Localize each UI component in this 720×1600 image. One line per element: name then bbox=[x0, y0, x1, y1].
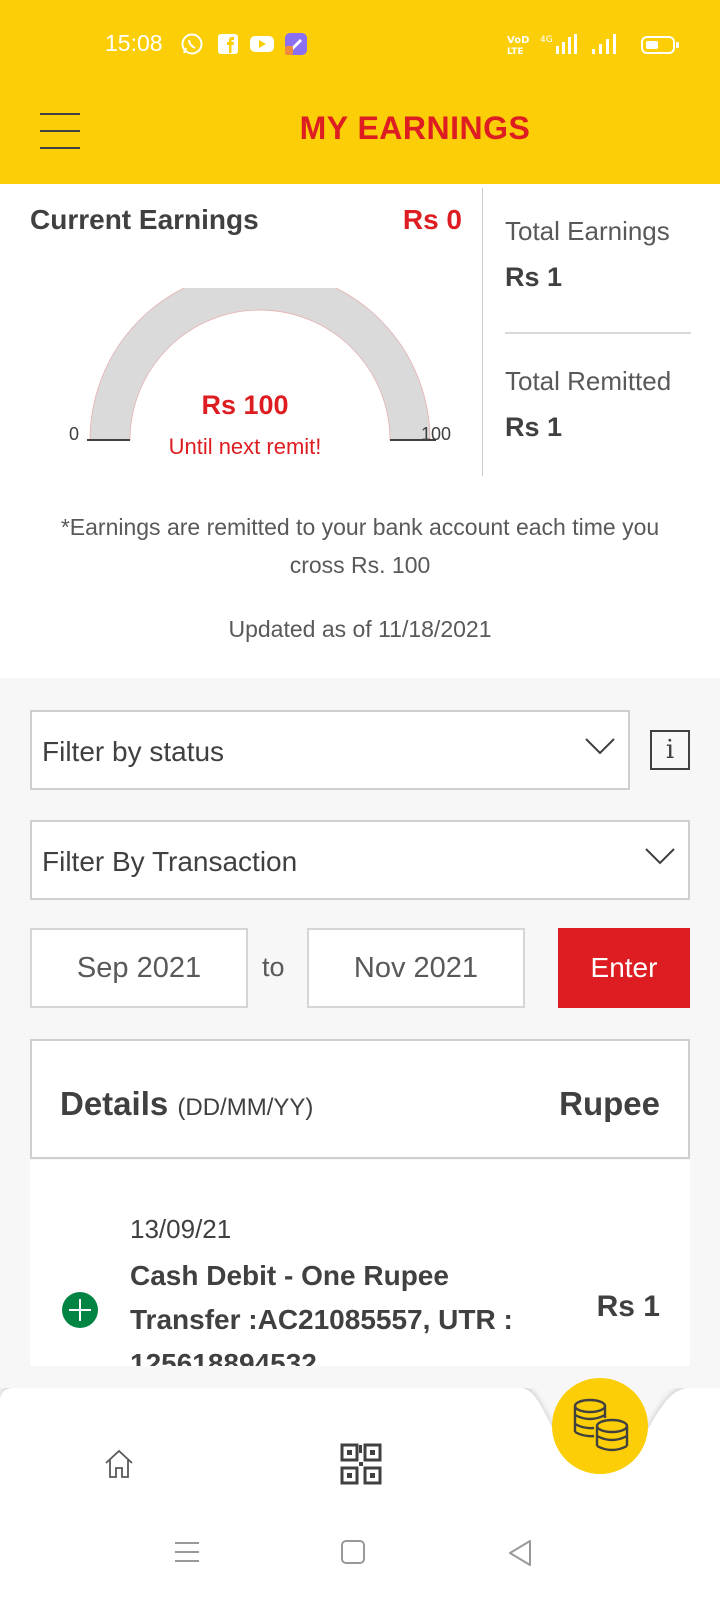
gauge-value: Rs 100 bbox=[201, 390, 289, 420]
chevron-down-icon bbox=[585, 738, 615, 755]
facebook-icon bbox=[218, 34, 238, 54]
whatsapp-icon bbox=[181, 33, 203, 55]
row-amount: Rs 1 bbox=[596, 1290, 660, 1323]
details-date-format: (DD/MM/YY) bbox=[177, 1094, 314, 1121]
home-icon[interactable] bbox=[103, 1448, 135, 1480]
status-bar: 15:08 VoD LTE 4G bbox=[0, 0, 720, 92]
svg-text:4G: 4G bbox=[540, 35, 553, 45]
gauge-max-label: 100 bbox=[421, 424, 452, 444]
details-title: Details bbox=[60, 1085, 169, 1122]
row-date: 13/09/21 bbox=[130, 1214, 232, 1244]
earnings-nav-button[interactable] bbox=[552, 1378, 648, 1474]
status-filter-label: Filter by status bbox=[42, 736, 225, 767]
total-remitted-label: Total Remitted bbox=[505, 366, 672, 396]
volte-icon: VoD LTE bbox=[507, 35, 529, 56]
details-title-wrap: Details (DD/MM/YY) bbox=[60, 1085, 313, 1123]
plus-circle-icon bbox=[62, 1292, 98, 1328]
coins-icon bbox=[573, 1398, 629, 1452]
date-range-separator: to bbox=[262, 952, 285, 982]
youtube-icon bbox=[250, 36, 274, 52]
current-earnings-label: Current Earnings bbox=[30, 204, 259, 235]
row-description: Cash Debit - One Rupee Transfer :AC21085… bbox=[130, 1260, 513, 1366]
chevron-down-icon bbox=[645, 848, 675, 865]
qr-code-icon[interactable] bbox=[340, 1443, 382, 1485]
enter-button[interactable]: Enter bbox=[558, 928, 690, 1008]
status-filter-select[interactable]: Filter by status bbox=[30, 710, 630, 790]
svg-text:VoD: VoD bbox=[507, 35, 529, 46]
transaction-filter-select[interactable]: Filter By Transaction bbox=[30, 820, 690, 900]
to-date-field[interactable]: Nov 2021 bbox=[307, 928, 525, 1008]
app-header: 15:08 VoD LTE 4G MY EARNINGS bbox=[0, 0, 720, 184]
page-title: MY EARNINGS bbox=[299, 110, 531, 146]
totals-divider bbox=[505, 332, 691, 334]
battery-icon bbox=[641, 36, 679, 54]
transaction-filter-label: Filter By Transaction bbox=[42, 846, 298, 877]
current-earnings-value: Rs 0 bbox=[402, 204, 462, 235]
remit-note: *Earnings are remitted to your bank acco… bbox=[60, 514, 660, 578]
gauge-caption: Until next remit! bbox=[168, 434, 322, 459]
back-icon[interactable] bbox=[508, 1540, 532, 1566]
total-earnings-value: Rs 1 bbox=[505, 262, 563, 292]
home-system-icon[interactable] bbox=[341, 1540, 365, 1564]
svg-text:LTE: LTE bbox=[507, 47, 524, 56]
updated-date: Updated as of 11/18/2021 bbox=[228, 616, 492, 642]
table-row[interactable]: 13/09/21 Cash Debit - One Rupee Transfer… bbox=[30, 1160, 690, 1366]
from-date-field[interactable]: Sep 2021 bbox=[30, 928, 248, 1008]
app-icon bbox=[285, 33, 307, 55]
total-earnings-label: Total Earnings bbox=[505, 216, 670, 246]
info-button[interactable]: i bbox=[650, 730, 690, 770]
amount-column-header: Rupee bbox=[559, 1085, 660, 1122]
4g-signal-icon: 4G bbox=[540, 34, 577, 54]
details-header: Details (DD/MM/YY) Rupee bbox=[30, 1039, 690, 1159]
total-remitted-value: Rs 1 bbox=[505, 412, 563, 442]
recent-apps-icon[interactable] bbox=[174, 1540, 200, 1564]
summary-divider bbox=[482, 188, 483, 476]
status-time: 15:08 bbox=[105, 30, 163, 56]
signal-icon bbox=[592, 34, 616, 54]
gauge-min-label: 0 bbox=[69, 424, 80, 444]
